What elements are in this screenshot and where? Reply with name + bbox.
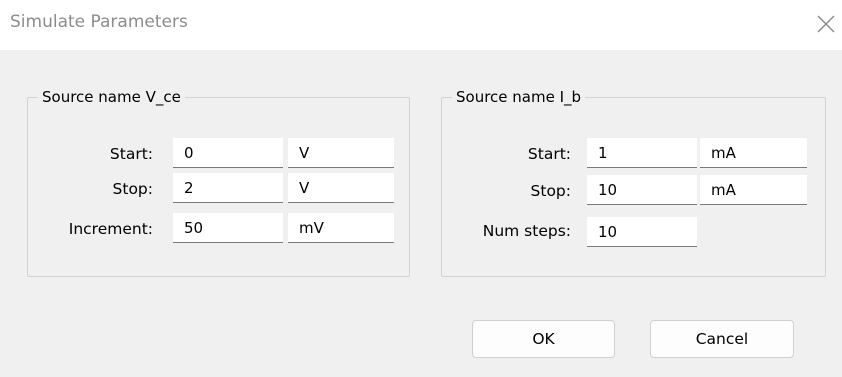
stop-value-field[interactable] [173,173,283,203]
stop-unit-field[interactable] [700,175,807,205]
start-label: Start: [527,145,571,163]
num-steps-field[interactable] [587,217,697,247]
start-unit-field[interactable] [288,138,394,168]
group-legend: Source name V_ce [42,88,181,106]
stop-value-field[interactable] [587,175,697,205]
group-legend: Source name I_b [456,88,582,106]
num-steps-label: Num steps: [482,222,571,240]
cancel-button[interactable]: Cancel [650,320,794,358]
start-label: Start: [109,145,153,163]
start-value-field[interactable] [587,138,697,168]
start-unit-field[interactable] [700,138,807,168]
increment-value-field[interactable] [173,213,283,243]
stop-label: Stop: [112,180,153,198]
title-bar: Simulate Parameters [0,0,842,50]
window-title: Simulate Parameters [10,12,188,32]
ok-button[interactable]: OK [472,320,615,358]
increment-unit-field[interactable] [288,213,394,243]
close-icon[interactable] [813,11,839,37]
start-value-field[interactable] [173,138,283,168]
increment-label: Increment: [68,220,153,238]
stop-label: Stop: [530,182,571,200]
stop-unit-field[interactable] [288,173,394,203]
